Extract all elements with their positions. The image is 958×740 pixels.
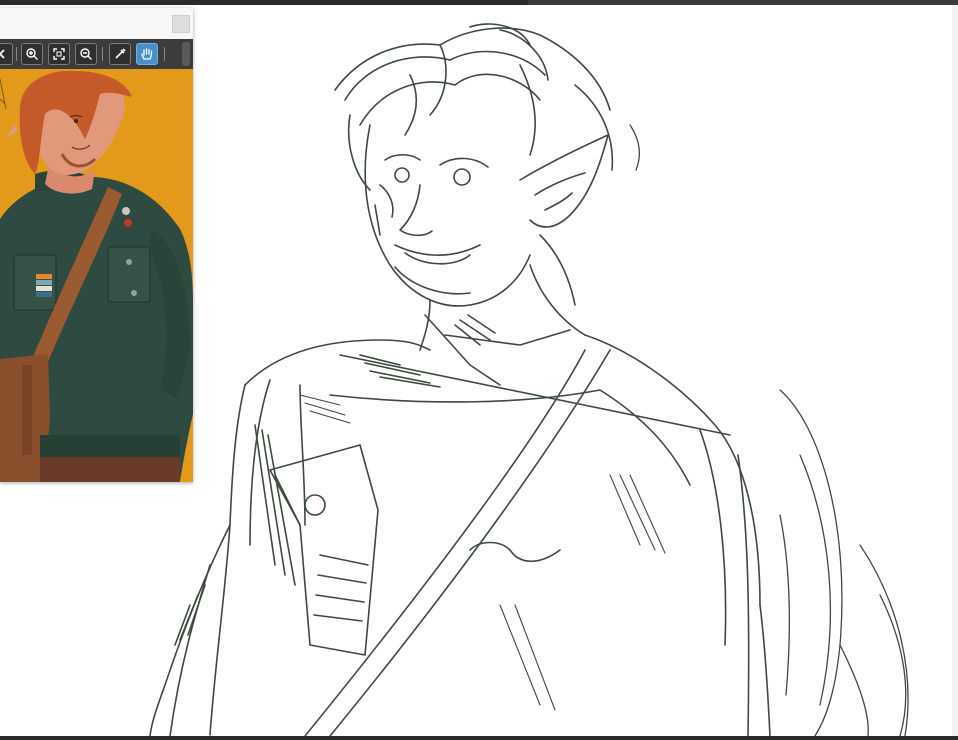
zoom-in-icon[interactable] xyxy=(21,43,43,65)
bottom-bar xyxy=(0,736,958,740)
reference-illustration xyxy=(0,69,193,482)
sketch-ear xyxy=(519,134,609,228)
eyedropper-icon[interactable] xyxy=(109,43,131,65)
sketch-torso xyxy=(209,334,771,736)
fit-to-window-icon[interactable] xyxy=(48,43,70,65)
toolbar-separator xyxy=(102,47,103,61)
sketch-loose-lines xyxy=(629,124,909,736)
toolbar-separator xyxy=(164,47,165,61)
hand-pan-icon[interactable] xyxy=(136,43,158,65)
reference-panel-titlebar[interactable] xyxy=(0,8,193,40)
canvas-right-edge xyxy=(952,5,958,736)
sketch-neck xyxy=(359,234,586,388)
zoom-out-icon[interactable] xyxy=(75,43,97,65)
reference-toolbar xyxy=(0,39,193,69)
back-arrow-icon[interactable] xyxy=(0,43,13,65)
sketch-strap xyxy=(304,349,611,736)
reference-panel[interactable] xyxy=(0,8,193,482)
close-button[interactable] xyxy=(172,15,190,33)
toolbar-separator xyxy=(16,47,17,61)
toolbar-scrollbar[interactable] xyxy=(182,42,190,66)
sketch-pocket xyxy=(269,444,379,656)
sketch-hatching xyxy=(299,394,666,711)
sketch-hair xyxy=(334,23,614,191)
reference-image xyxy=(0,69,193,482)
sketch-face xyxy=(364,124,531,307)
